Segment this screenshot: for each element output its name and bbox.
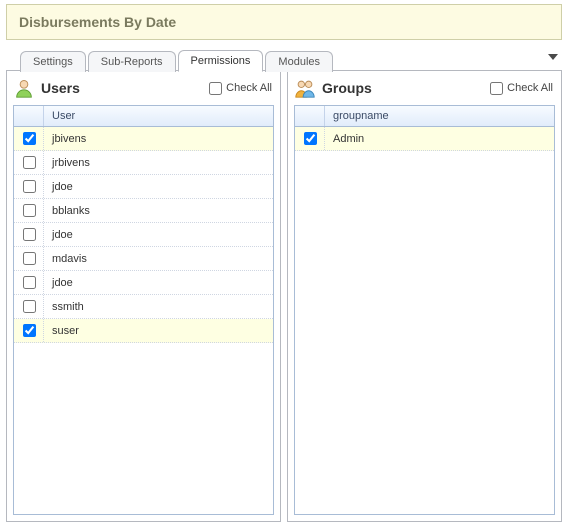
users-check-all-box[interactable]	[209, 82, 222, 95]
tab-permissions[interactable]: Permissions	[178, 50, 264, 72]
user-row-checkbox[interactable]	[23, 180, 36, 193]
page-title-banner: Disbursements By Date	[6, 4, 562, 40]
user-row-name: jdoe	[44, 274, 273, 292]
user-row-name: jdoe	[44, 226, 273, 244]
users-column-header: User	[44, 106, 273, 126]
user-row-checkbox[interactable]	[23, 276, 36, 289]
users-check-all-label: Check All	[226, 82, 272, 94]
user-row-name: jrbivens	[44, 154, 273, 172]
user-row-name: mdavis	[44, 250, 273, 268]
table-row[interactable]: suser	[14, 319, 273, 343]
users-panel: Users Check All User jbivens jrbivens jdoe…	[6, 70, 281, 522]
user-row-name: jdoe	[44, 178, 273, 196]
groups-check-all[interactable]: Check All	[490, 82, 553, 95]
group-icon	[294, 77, 316, 99]
table-row[interactable]: mdavis	[14, 247, 273, 271]
table-row[interactable]: Admin	[295, 127, 554, 151]
user-row-checkbox[interactable]	[23, 324, 36, 337]
user-row-checkbox[interactable]	[23, 204, 36, 217]
table-row[interactable]: jrbivens	[14, 151, 273, 175]
user-row-checkbox[interactable]	[23, 156, 36, 169]
user-icon	[13, 77, 35, 99]
tab-bar: SettingsSub-ReportsPermissionsModules	[6, 48, 562, 71]
groups-panel: Groups Check All groupname Admin	[287, 70, 562, 522]
tab-sub-reports[interactable]: Sub-Reports	[88, 51, 176, 72]
table-row[interactable]: ssmith	[14, 295, 273, 319]
tab-settings[interactable]: Settings	[20, 51, 86, 72]
users-title: Users	[41, 80, 80, 96]
tab-modules[interactable]: Modules	[265, 51, 333, 72]
groups-check-all-box[interactable]	[490, 82, 503, 95]
user-row-name: suser	[44, 322, 273, 340]
user-row-name: ssmith	[44, 298, 273, 316]
groups-grid: groupname Admin	[294, 105, 555, 515]
page-title: Disbursements By Date	[19, 14, 176, 30]
user-row-name: bblanks	[44, 202, 273, 220]
table-row[interactable]: jdoe	[14, 175, 273, 199]
groups-column-header: groupname	[325, 106, 554, 126]
user-row-name: jbivens	[44, 130, 273, 148]
user-row-checkbox[interactable]	[23, 300, 36, 313]
group-row-checkbox[interactable]	[304, 132, 317, 145]
user-row-checkbox[interactable]	[23, 132, 36, 145]
users-grid: User jbivens jrbivens jdoe bblanks jdoe mdavi…	[13, 105, 274, 515]
groups-title: Groups	[322, 80, 372, 96]
tab-menu-dropdown[interactable]	[548, 54, 558, 60]
group-row-name: Admin	[325, 130, 554, 148]
table-row[interactable]: jdoe	[14, 223, 273, 247]
table-row[interactable]: jdoe	[14, 271, 273, 295]
groups-check-all-label: Check All	[507, 82, 553, 94]
table-row[interactable]: jbivens	[14, 127, 273, 151]
user-row-checkbox[interactable]	[23, 228, 36, 241]
user-row-checkbox[interactable]	[23, 252, 36, 265]
users-check-all[interactable]: Check All	[209, 82, 272, 95]
table-row[interactable]: bblanks	[14, 199, 273, 223]
